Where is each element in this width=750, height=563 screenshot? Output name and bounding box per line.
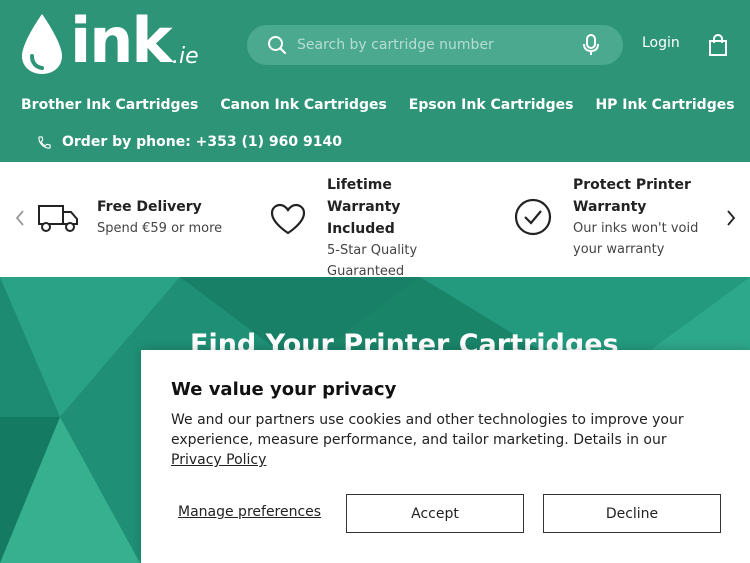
cookie-title: We value your privacy [171,379,397,400]
feature-protect-warranty: Protect Printer Warranty Our inks won't … [514,174,725,260]
manage-preferences-link[interactable]: Manage preferences [178,504,321,520]
phone-text: Order by phone: +353 (1) 960 9140 [62,134,342,150]
feature-title: Lifetime Warranty Included [327,177,401,237]
cookie-description: We and our partners use cookies and othe… [171,410,721,470]
accept-button[interactable]: Accept [346,494,524,533]
ink-logo[interactable]: ink .ie [20,4,210,77]
check-circle-icon [514,198,552,236]
truck-icon [38,205,78,232]
search-input[interactable] [297,33,567,57]
feature-subtitle: Spend €59 or more [97,221,223,236]
privacy-policy-link[interactable]: Privacy Policy [171,452,266,468]
feature-carousel: Free Delivery Spend €59 or more Lifetime… [0,162,750,279]
cookie-body-text: We and our partners use cookies and othe… [171,412,684,448]
logo-tld: .ie [172,44,199,69]
feature-title: Free Delivery [97,199,202,215]
feature-subtitle: 5-Star Quality Guaranteed [327,243,418,279]
phone-icon [38,135,51,149]
cookie-consent-banner: We value your privacy We and our partner… [141,350,750,563]
site-header: ink .ie Login Brother Ink Cartridges Can… [0,0,750,162]
logo-wordmark: ink [70,4,173,77]
login-link[interactable]: Login [642,35,680,51]
nav-item-canon[interactable]: Canon Ink Cartridges [220,97,386,113]
category-nav: Brother Ink Cartridges Canon Ink Cartrid… [21,97,735,113]
shopping-bag-icon[interactable] [708,34,728,56]
ink-drop-icon [22,14,62,74]
nav-item-hp[interactable]: HP Ink Cartridges [595,97,734,113]
heart-icon [270,203,306,235]
feature-title: Protect Printer Warranty [573,177,691,215]
decline-button[interactable]: Decline [543,494,721,533]
chevron-right-icon[interactable] [724,208,738,228]
order-by-phone[interactable]: Order by phone: +353 (1) 960 9140 [37,134,342,150]
nav-item-epson[interactable]: Epson Ink Cartridges [409,97,574,113]
search-icon[interactable] [267,35,287,55]
search-bar [247,25,623,65]
microphone-icon[interactable] [583,34,599,56]
feature-lifetime-warranty: Lifetime Warranty Included 5-Star Qualit… [269,174,467,282]
nav-item-brother[interactable]: Brother Ink Cartridges [21,97,198,113]
feature-subtitle: Our inks won't void your warranty [573,221,699,257]
feature-free-delivery: Free Delivery Spend €59 or more [37,196,222,239]
chevron-left-icon[interactable] [13,208,27,228]
